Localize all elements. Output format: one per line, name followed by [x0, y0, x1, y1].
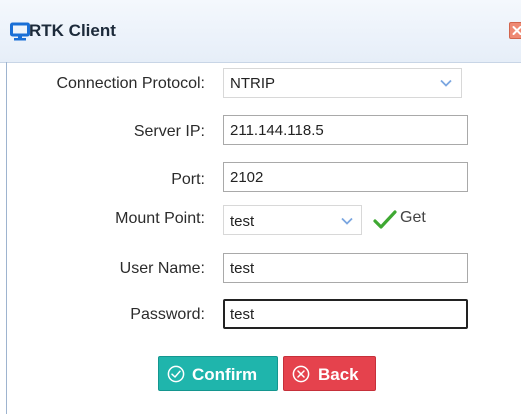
server-ip-label: Server IP: — [133, 123, 205, 140]
check-circle-icon — [167, 365, 185, 383]
back-label: Back — [318, 365, 359, 384]
close-circle-icon — [292, 365, 310, 383]
server-ip-input[interactable] — [223, 115, 468, 145]
monitor-icon — [10, 22, 30, 41]
title-bar: RTK Client — [0, 0, 521, 63]
user-name-input[interactable] — [223, 253, 468, 283]
chevron-down-icon — [440, 79, 452, 87]
get-button[interactable]: Get — [400, 209, 426, 227]
port-label: Port: — [171, 171, 205, 188]
dialog-border — [6, 62, 7, 414]
dialog-title: RTK Client — [29, 21, 116, 40]
check-icon[interactable] — [373, 210, 397, 230]
back-button[interactable]: Back — [283, 356, 376, 391]
password-input[interactable] — [223, 299, 468, 329]
mount-point-label: Mount Point: — [115, 210, 205, 227]
protocol-value: NTRIP — [230, 75, 275, 92]
protocol-label: Connection Protocol: — [56, 75, 205, 92]
protocol-select[interactable]: NTRIP — [223, 68, 462, 98]
confirm-button[interactable]: Confirm — [158, 356, 278, 391]
close-button[interactable] — [509, 22, 521, 39]
port-input[interactable] — [223, 162, 468, 192]
mount-point-value: test — [230, 213, 255, 230]
close-icon — [512, 26, 521, 35]
confirm-label: Confirm — [192, 365, 258, 384]
rtk-client-dialog: RTK Client Connection Protocol: NTRIP Se… — [0, 0, 521, 414]
chevron-down-icon — [341, 217, 353, 225]
user-name-label: User Name: — [119, 260, 205, 277]
password-label: Password: — [130, 306, 205, 323]
mount-point-select[interactable]: test — [223, 205, 362, 235]
